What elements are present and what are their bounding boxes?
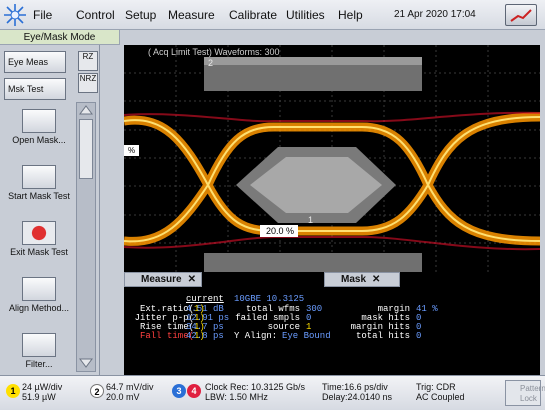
channel-2-scale: 64.7 mV/div	[106, 382, 154, 392]
rz-button[interactable]: RZ	[78, 51, 98, 71]
eye-diagram	[124, 45, 540, 272]
menu-file[interactable]: File	[33, 8, 52, 22]
filter-icon	[22, 333, 56, 357]
margin-marker-mid: 20.0 %	[260, 225, 299, 237]
channel-4-badge: 4	[187, 384, 201, 398]
align-method-button[interactable]: Align Method...	[3, 277, 75, 313]
mask-tab-label: Mask	[341, 274, 367, 285]
measure-tab[interactable]: Measure ✕	[124, 272, 202, 287]
trend-icon	[510, 9, 532, 22]
measure-tab-label: Measure	[141, 274, 182, 285]
pattern-lock-button[interactable]: Pattern Lock	[505, 380, 545, 406]
tool-scrollbar[interactable]	[76, 102, 96, 372]
y-align-label: Y Align:	[234, 331, 278, 341]
channel-1-scale: 24 µW/div	[22, 382, 63, 392]
time-per-div: Time:16.6 ps/div	[322, 382, 388, 392]
filter-label: Filter...	[25, 359, 53, 369]
mask-close-icon[interactable]: ✕	[372, 274, 380, 285]
clock-rec-lbw: LBW: 1.50 MHz	[205, 392, 268, 402]
measure-value-fall: 42.8 ps	[186, 331, 224, 341]
mask-tab[interactable]: Mask ✕	[324, 272, 400, 287]
channel-1-offset: 51.9 µW	[22, 392, 56, 402]
waveform-title: ( Acq Limit Test) Waveforms: 300	[148, 47, 280, 57]
total-hits-label: total hits	[355, 331, 410, 341]
channel-1-badge: 1	[6, 384, 20, 398]
mode-label: Eye/Mask Mode	[0, 30, 120, 45]
channel-2-badge: 2	[90, 384, 104, 398]
total-hits-value: 0	[416, 331, 422, 341]
pattern-lock-label-2: Lock	[520, 394, 537, 403]
channel-3-badge: 3	[172, 384, 186, 398]
nrz-label: NRZ	[79, 74, 97, 83]
msk-test-button[interactable]: Msk Test	[4, 78, 66, 100]
measure-header-current: current	[186, 294, 224, 304]
align-method-label: Align Method...	[8, 303, 70, 313]
menu-calibrate[interactable]: Calibrate	[229, 8, 277, 22]
eye-meas-button[interactable]: Eye Meas	[4, 51, 66, 73]
exit-mask-test-label: Exit Mask Test	[10, 247, 68, 257]
menu-utilities[interactable]: Utilities	[286, 8, 325, 22]
measure-name-fall: Fall time(	[139, 331, 194, 341]
menu-measure[interactable]: Measure	[168, 8, 215, 22]
menu-control[interactable]: Control	[76, 8, 115, 22]
measure-close-icon[interactable]: ✕	[188, 274, 196, 285]
start-mask-test-button[interactable]: Start Mask Test	[3, 165, 75, 201]
open-mask-icon	[22, 109, 56, 133]
exit-mask-test-button[interactable]: Exit Mask Test	[3, 221, 75, 257]
channel-2-offset: 20.0 mV	[106, 392, 140, 402]
mask-region-bottom	[204, 253, 422, 272]
scroll-down-icon[interactable]	[79, 357, 93, 369]
y-align-value: Eye Bound	[282, 331, 331, 341]
start-mask-test-label: Start Mask Test	[8, 191, 70, 201]
datetime: 21 Apr 2020 17:04	[394, 9, 476, 20]
left-toolbar: Eye Meas Msk Test RZ NRZ Open Mask... St…	[0, 45, 100, 375]
time-delay: Delay:24.0140 ns	[322, 392, 393, 402]
msk-test-label: Msk Test	[8, 84, 44, 94]
margin-marker-left: %	[124, 145, 140, 156]
open-mask-label: Open Mask...	[12, 135, 66, 145]
trend-button[interactable]	[505, 4, 537, 26]
open-mask-button[interactable]: Open Mask...	[3, 109, 75, 145]
mask-info-title: 10GBE 10.3125	[234, 294, 305, 304]
agilent-logo-icon	[4, 4, 26, 26]
filter-button[interactable]: Filter...	[3, 333, 75, 369]
measure-panel: Measure ✕ Mask ✕ current Ext.ratio( Jitter…	[124, 272, 540, 375]
menu-bar: File Control Setup Measure Calibrate Uti…	[0, 0, 545, 30]
region-1-label: 1	[308, 215, 314, 225]
menu-setup[interactable]: Setup	[125, 8, 156, 22]
exit-mask-test-icon	[22, 221, 56, 245]
trigger-coupling: AC Coupled	[416, 392, 465, 402]
align-method-icon	[22, 277, 56, 301]
eye-meas-label: Eye Meas	[8, 57, 49, 67]
status-bar: 1 24 µW/div 51.9 µW 2 64.7 mV/div 20.0 mV …	[0, 375, 545, 410]
scroll-up-icon[interactable]	[79, 104, 93, 116]
region-2-label: 2	[208, 58, 214, 68]
start-mask-test-icon	[22, 165, 56, 189]
rz-label: RZ	[82, 52, 94, 61]
clock-rec-rate: Clock Rec: 10.3125 Gb/s	[205, 382, 306, 392]
menu-help[interactable]: Help	[338, 8, 363, 22]
scope-display[interactable]: ( Acq Limit Test) Waveforms: 300 2 1 % 2…	[124, 45, 540, 272]
pattern-lock-label-1: Pattern	[520, 384, 545, 393]
scroll-thumb[interactable]	[79, 119, 93, 179]
trigger-source: Trig: CDR	[416, 382, 456, 392]
nrz-button[interactable]: NRZ	[78, 73, 98, 93]
